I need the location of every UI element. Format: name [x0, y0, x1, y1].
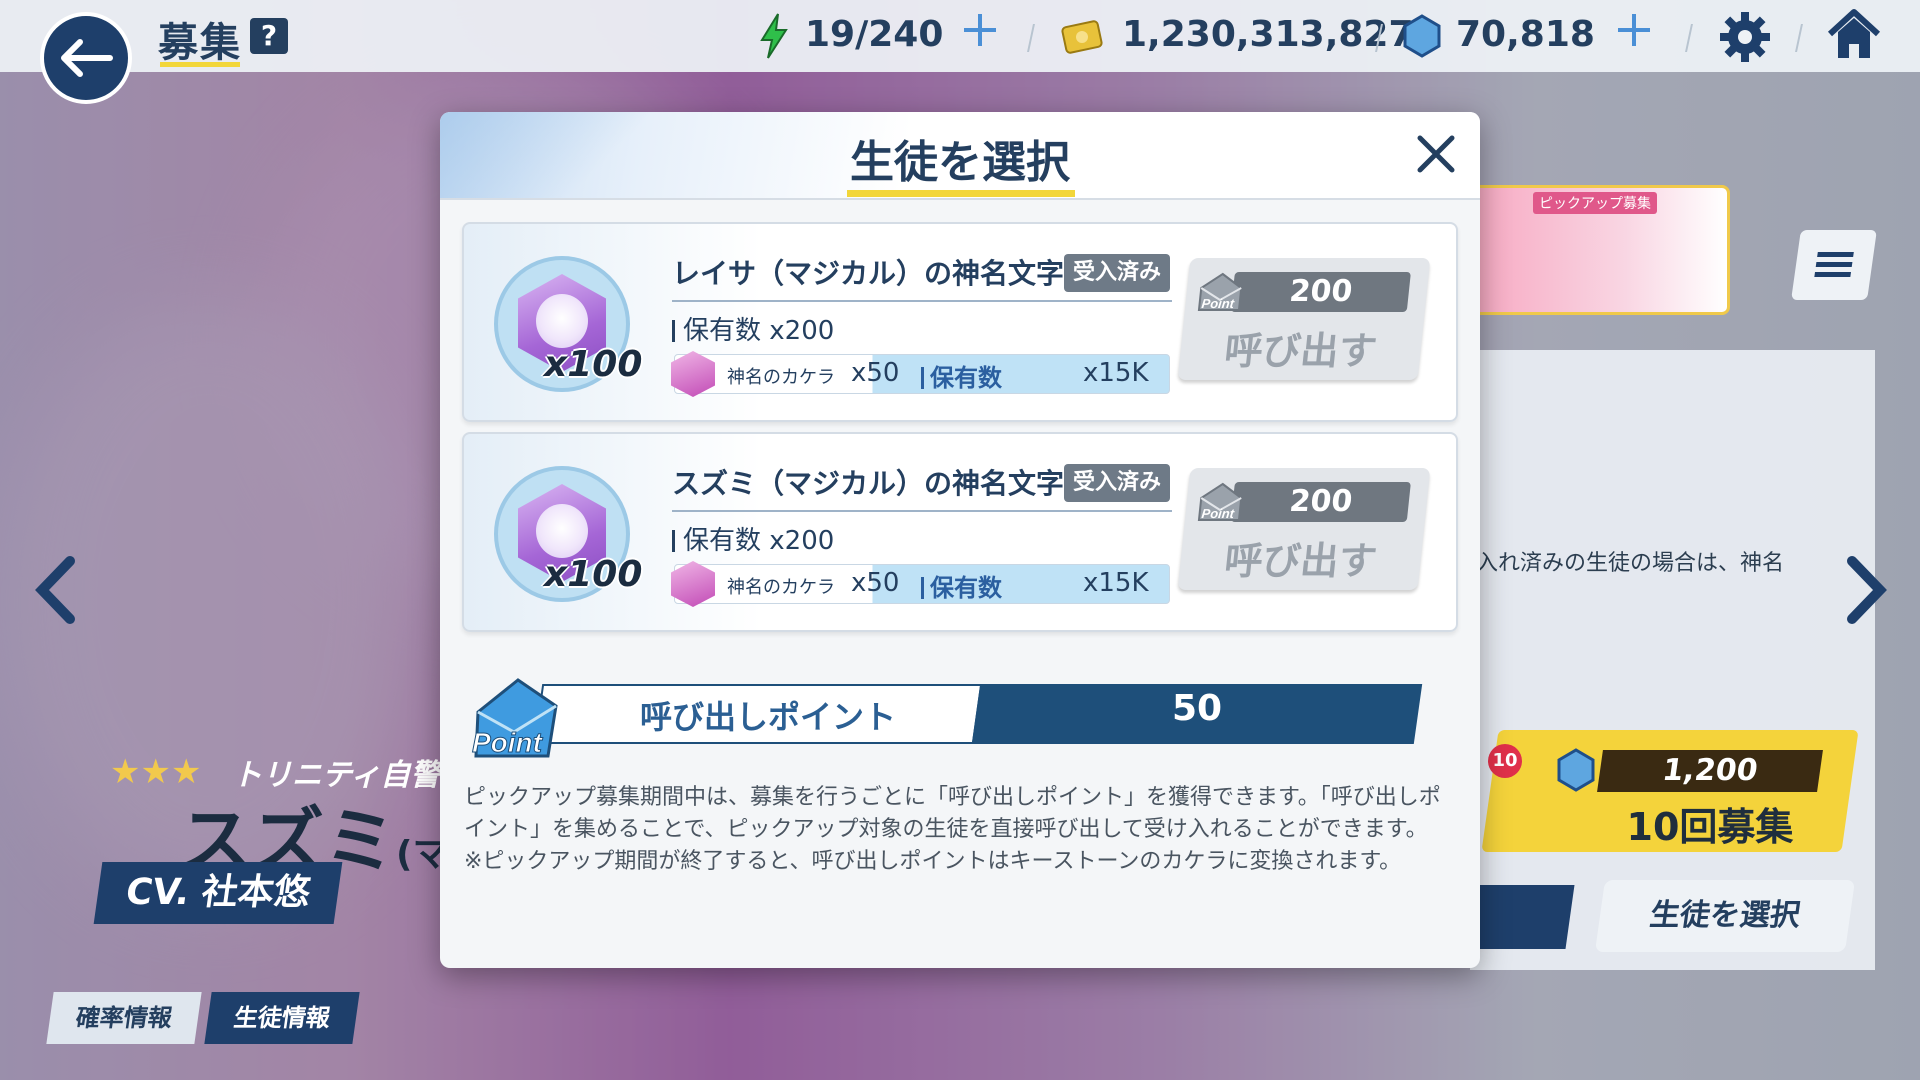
select-student-modal: 生徒を選択 x100 レイサ（マジカル）の神名文字 受入済み 保有数 x200 … — [440, 112, 1480, 968]
fragment-row: 神名のカケラ x50 保有数 x15K — [671, 351, 1170, 397]
summon-cost: 200 — [1230, 272, 1411, 312]
modal-header: 生徒を選択 — [440, 112, 1480, 200]
select-student-button-bg[interactable]: 生徒を選択 — [1594, 880, 1856, 952]
menu-icon — [1814, 252, 1854, 277]
owned-count: 保有数 x200 — [672, 310, 834, 347]
ap-counter: 19/240 — [805, 14, 944, 55]
summon-cost: 200 — [1230, 482, 1411, 522]
ten-pull-label: 10回募集 — [1626, 805, 1794, 849]
point-envelope-icon: Point — [1197, 272, 1243, 311]
single-pull-button[interactable] — [1465, 885, 1575, 949]
fragment-owned-label: 保有数 — [921, 358, 1002, 393]
points-label: 呼び出しポイント — [639, 698, 896, 736]
summon-button[interactable]: 200 Point 呼び出す — [1177, 468, 1431, 590]
banner-tag: ピックアップ募集 — [1533, 192, 1657, 214]
fragment-row: 神名のカケラ x50 保有数 x15K — [671, 561, 1170, 607]
voice-actor-label: CV. 社本悠 — [93, 862, 343, 924]
received-badge: 受入済み — [1064, 464, 1170, 502]
summon-label: 呼び出す — [1222, 539, 1379, 583]
owned-count-text: 保有数 x200 — [683, 316, 835, 346]
ap-icon — [760, 13, 788, 59]
modal-title: 生徒を選択 — [850, 137, 1070, 188]
point-envelope-icon: Point — [1197, 482, 1243, 521]
fragment-owned-label-text: 保有数 — [930, 364, 1002, 392]
tab-probability-info[interactable]: 確率情報 — [46, 992, 202, 1044]
close-icon[interactable] — [1412, 130, 1460, 178]
credit-counter: 1,230,313,827 — [1122, 14, 1414, 55]
summon-points-bar: 呼び出しポイント 50 Point — [468, 672, 1448, 772]
student-card: x100 スズミ（マジカル）の神名文字 受入済み 保有数 x200 神名のカケラ… — [462, 432, 1458, 632]
description-paragraph: ピックアップ募集期間中は、募集を行うごとに「呼び出しポイント」を獲得できます。「… — [464, 785, 1441, 842]
separator — [1795, 24, 1803, 52]
pyroxene-icon — [1403, 14, 1441, 58]
divider — [672, 510, 1172, 512]
point-envelope-icon: Point — [472, 678, 558, 759]
home-icon[interactable] — [1826, 8, 1882, 62]
pyroxene-counter: 70,818 — [1456, 14, 1595, 55]
fragment-quantity: x50 — [851, 358, 900, 388]
back-button[interactable] — [40, 12, 132, 104]
fragment-owned-value: x15K — [1083, 568, 1149, 598]
eleph-item-icon: x100 — [494, 256, 642, 392]
ten-pull-badge: 10 — [1488, 744, 1522, 778]
divider — [672, 300, 1172, 302]
separator — [1685, 24, 1693, 52]
back-arrow-icon — [61, 39, 113, 77]
ten-pull-cost: 1,200 — [1597, 750, 1823, 792]
description: ピックアップ募集期間中は、募集を行うごとに「呼び出しポイント」を獲得できます。「… — [464, 782, 1456, 878]
fragment-owned-label: 保有数 — [921, 568, 1002, 603]
fragment-owned-value: x15K — [1083, 358, 1149, 388]
info-panel — [1470, 350, 1875, 970]
eleph-item-icon: x100 — [494, 466, 642, 602]
fragment-name: 神名のカケラ — [727, 577, 835, 598]
owned-count: 保有数 x200 — [672, 520, 834, 557]
student-card: x100 レイサ（マジカル）の神名文字 受入済み 保有数 x200 神名のカケラ… — [462, 222, 1458, 422]
item-quantity: x100 — [544, 554, 643, 595]
item-name: レイサ（マジカル）の神名文字 — [672, 257, 1065, 290]
fragment-icon — [671, 351, 715, 397]
arrow-right-icon[interactable] — [1842, 555, 1892, 625]
summon-label: 呼び出す — [1222, 329, 1379, 373]
credit-icon — [1061, 20, 1103, 54]
modal-title-underline — [847, 190, 1075, 197]
tab-student-info[interactable]: 生徒情報 — [204, 992, 360, 1044]
owned-count-text: 保有数 x200 — [683, 526, 835, 556]
arrow-left-icon[interactable] — [30, 555, 80, 625]
student-portrait — [536, 294, 588, 348]
received-badge: 受入済み — [1064, 254, 1170, 292]
student-portrait — [536, 504, 588, 558]
points-value: 50 — [1171, 688, 1223, 729]
fragment-icon — [671, 561, 715, 607]
pickup-banner[interactable]: ピックアップ募集 — [1470, 185, 1730, 315]
description-note: ※ピックアップ期間が終了すると、呼び出しポイントはキーストーンのカケラに変換され… — [464, 849, 1402, 874]
item-quantity: x100 — [544, 344, 643, 385]
point-icon-label: Point — [1201, 506, 1236, 521]
point-icon-label: Point — [472, 727, 544, 758]
point-icon-label: Point — [1201, 296, 1236, 311]
fragment-quantity: x50 — [851, 568, 900, 598]
separator — [1027, 24, 1035, 52]
add-ap-button[interactable] — [960, 10, 1000, 50]
top-bar: 募集 ? 19/240 1,230,313,827 70,818 — [0, 0, 1920, 104]
page-title: 募集 — [158, 20, 242, 66]
menu-button[interactable] — [1791, 230, 1877, 300]
help-icon[interactable]: ? — [250, 18, 288, 54]
add-pyroxene-button[interactable] — [1614, 10, 1654, 50]
gear-icon[interactable] — [1718, 10, 1772, 64]
title-underline — [160, 62, 240, 67]
fragment-name: 神名のカケラ — [727, 367, 835, 388]
pyroxene-icon — [1557, 748, 1595, 792]
info-panel-text: 入れ済みの生徒の場合は、神名 — [1476, 551, 1785, 576]
fragment-owned-label-text: 保有数 — [930, 574, 1002, 602]
item-name: スズミ（マジカル）の神名文字 — [672, 467, 1065, 500]
summon-button[interactable]: 200 Point 呼び出す — [1177, 258, 1431, 380]
